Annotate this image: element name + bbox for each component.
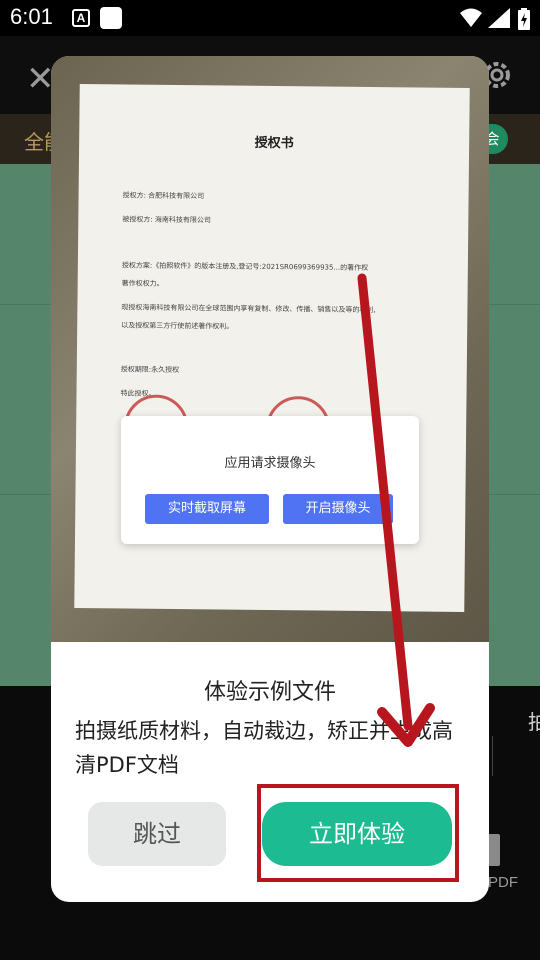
dialog-title: 体验示例文件 bbox=[203, 680, 336, 705]
sample-document-photo: 授权书 授权方: 合肥科技有限公司 被授权方: 海南科技有限公司 授权方案:《拍… bbox=[51, 56, 489, 642]
notification-square-icon bbox=[100, 7, 122, 29]
status-bar: 6:01 A bbox=[0, 0, 540, 36]
signal-icon bbox=[488, 8, 510, 28]
permission-message: 应用请求摄像头 bbox=[224, 456, 316, 471]
screen-capture-button[interactable]: 实时截取屏幕 bbox=[145, 494, 269, 524]
document-line: 授权方: 合肥科技有限公司 bbox=[122, 191, 205, 201]
document-line: 以及授权第三方行使前述著作权利。 bbox=[121, 321, 234, 331]
document-line: 授权方案:《拍照软件》的版本注册及,登记号:2021SR0699369935..… bbox=[121, 261, 369, 273]
battery-icon bbox=[518, 8, 530, 30]
annotation-highlight-box bbox=[257, 784, 459, 882]
bottom-tab-label[interactable]: 拍 bbox=[528, 706, 540, 735]
document-title: 授权书 bbox=[254, 135, 294, 152]
status-time: 6:01 bbox=[10, 4, 53, 29]
pdf-label: PDF bbox=[488, 874, 518, 891]
open-camera-button[interactable]: 开启摄像头 bbox=[283, 494, 393, 524]
document-line: 著作权权力。 bbox=[121, 279, 164, 288]
document-line: 被授权方: 海南科技有限公司 bbox=[122, 215, 211, 225]
dialog-description: 拍摄纸质材料，自动裁边，矫正并生成高清PDF文档 bbox=[75, 719, 453, 777]
bottom-divider bbox=[492, 736, 493, 776]
accessibility-a-icon: A bbox=[72, 9, 90, 27]
sample-file-dialog: 授权书 授权方: 合肥科技有限公司 被授权方: 海南科技有限公司 授权方案:《拍… bbox=[51, 56, 489, 902]
document-line: 现授权海南科技有限公司在全球范围内享有复制、修改、传播、销售以及等的权利, bbox=[121, 303, 376, 315]
skip-button[interactable]: 跳过 bbox=[88, 802, 226, 866]
wifi-icon bbox=[460, 8, 482, 27]
document-line: 授权期限:永久授权 bbox=[120, 365, 180, 375]
camera-permission-dialog: 应用请求摄像头 实时截取屏幕 开启摄像头 bbox=[121, 416, 419, 544]
